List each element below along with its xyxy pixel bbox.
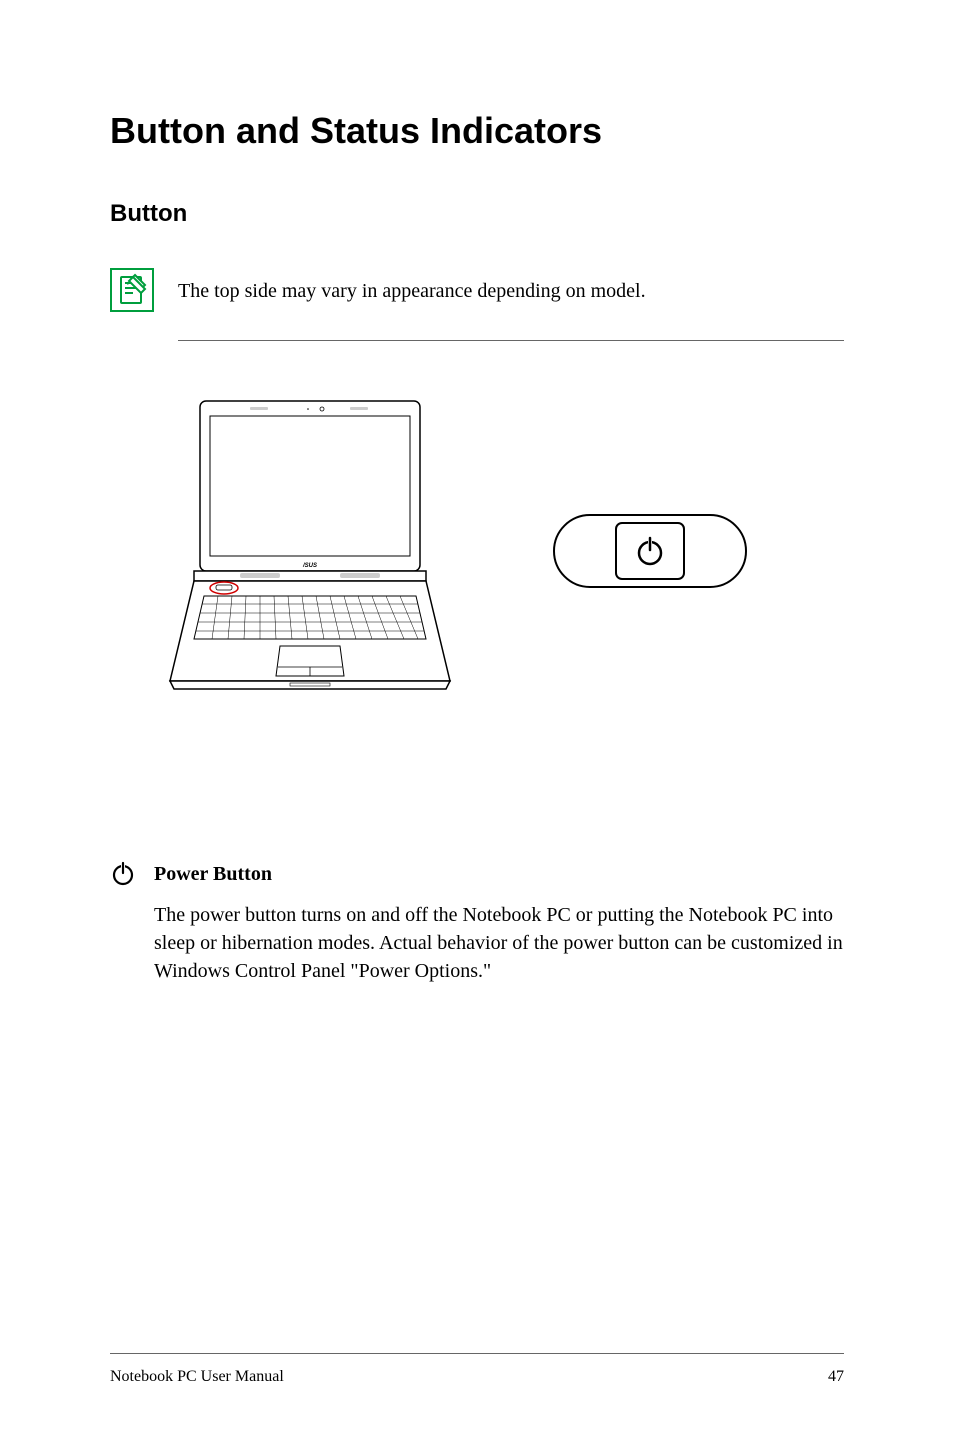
power-icon xyxy=(110,861,136,887)
section-heading: Button xyxy=(110,200,844,228)
note-icon xyxy=(110,268,154,312)
page-number: 47 xyxy=(828,1368,844,1386)
subsection-body: The power button turns on and off the No… xyxy=(154,901,844,985)
laptop-figure: /SUS xyxy=(150,391,470,711)
note-text: The top side may vary in appearance depe… xyxy=(178,278,646,303)
note-block: The top side may vary in appearance depe… xyxy=(110,268,844,312)
page: Button and Status Indicators Button The … xyxy=(0,0,954,1438)
svg-text:/SUS: /SUS xyxy=(302,563,317,569)
footer-left: Notebook PC User Manual xyxy=(110,1368,284,1386)
figures-row: /SUS xyxy=(150,391,844,711)
footer: Notebook PC User Manual 47 xyxy=(110,1368,844,1386)
footer-divider xyxy=(110,1353,844,1354)
subsection-heading-row: Power Button xyxy=(110,861,844,887)
power-button-figure xyxy=(550,511,750,591)
note-divider xyxy=(178,340,844,341)
subsection-title: Power Button xyxy=(154,863,272,886)
page-title: Button and Status Indicators xyxy=(110,110,844,152)
